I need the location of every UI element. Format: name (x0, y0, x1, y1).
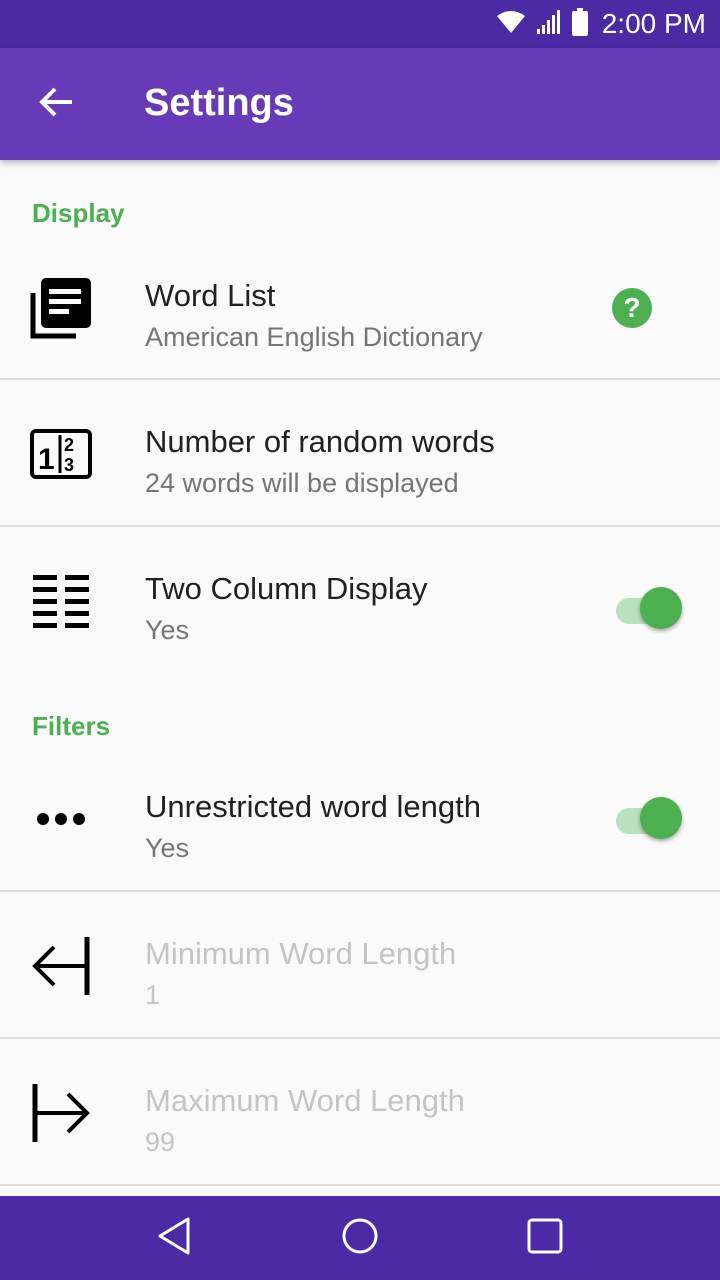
pref-summary: Yes (145, 615, 190, 645)
library-books-icon (26, 273, 96, 343)
more-horiz-icon (26, 784, 96, 854)
nav-back-button[interactable] (134, 1208, 214, 1268)
arrow-left-bar-icon (26, 931, 96, 1001)
help-icon[interactable]: ? (612, 288, 652, 328)
pref-title: Word List (145, 278, 276, 313)
unrestricted-length-switch[interactable] (614, 797, 682, 839)
pref-title: Two Column Display (145, 571, 428, 606)
two-column-switch[interactable] (614, 587, 682, 629)
pref-unrestricted-length[interactable]: Unrestricted word length Yes (0, 745, 720, 892)
page-title: Settings (144, 82, 294, 124)
arrow-right-bar-icon (26, 1078, 96, 1148)
pref-word-list[interactable]: Word List American English Dictionary ? (0, 234, 720, 380)
pref-title: Unrestricted word length (145, 789, 481, 824)
svg-text:3: 3 (64, 455, 74, 475)
system-nav-bar (0, 1196, 720, 1280)
pref-summary: 99 (145, 1127, 176, 1157)
pref-summary: Yes (145, 833, 190, 863)
pref-title: Minimum Word Length (145, 936, 457, 971)
status-bar: 2:00 PM (0, 0, 720, 48)
app-bar: Settings (0, 48, 720, 160)
battery-icon (571, 7, 588, 41)
pref-summary: 1 (145, 980, 161, 1010)
switch-thumb (640, 587, 682, 629)
svg-text:2: 2 (64, 435, 74, 455)
category-display: Display (32, 198, 125, 228)
back-button[interactable] (24, 76, 88, 132)
pref-two-column[interactable]: Two Column Display Yes (0, 527, 720, 673)
numbered-grid-icon: 1 2 3 (26, 419, 96, 489)
arrow-back-icon (38, 86, 74, 123)
switch-thumb (640, 797, 682, 839)
two-column-list-icon (26, 566, 96, 636)
pref-max-length[interactable]: Maximum Word Length 99 (0, 1039, 720, 1186)
pref-min-length[interactable]: Minimum Word Length 1 (0, 892, 720, 1039)
signal-icon (536, 9, 562, 40)
pref-title: Maximum Word Length (145, 1083, 465, 1118)
status-icons: 2:00 PM (496, 0, 706, 48)
wifi-icon (496, 9, 526, 40)
recents-square-icon (526, 1217, 564, 1260)
settings-list[interactable]: Display Word List American English Dicti… (0, 160, 720, 1196)
pref-summary: 24 words will be displayed (145, 468, 459, 498)
home-circle-icon (340, 1216, 380, 1261)
pref-random-words[interactable]: 1 2 3 Number of random words 24 words wi… (0, 380, 720, 527)
category-filters: Filters (32, 711, 111, 741)
nav-home-button[interactable] (320, 1208, 400, 1268)
pref-summary: American English Dictionary (145, 322, 483, 352)
nav-recents-button[interactable] (505, 1208, 585, 1268)
back-triangle-icon (156, 1216, 192, 1261)
pref-title: Number of random words (145, 424, 495, 459)
status-time: 2:00 PM (601, 8, 706, 39)
svg-text:1: 1 (38, 443, 55, 476)
